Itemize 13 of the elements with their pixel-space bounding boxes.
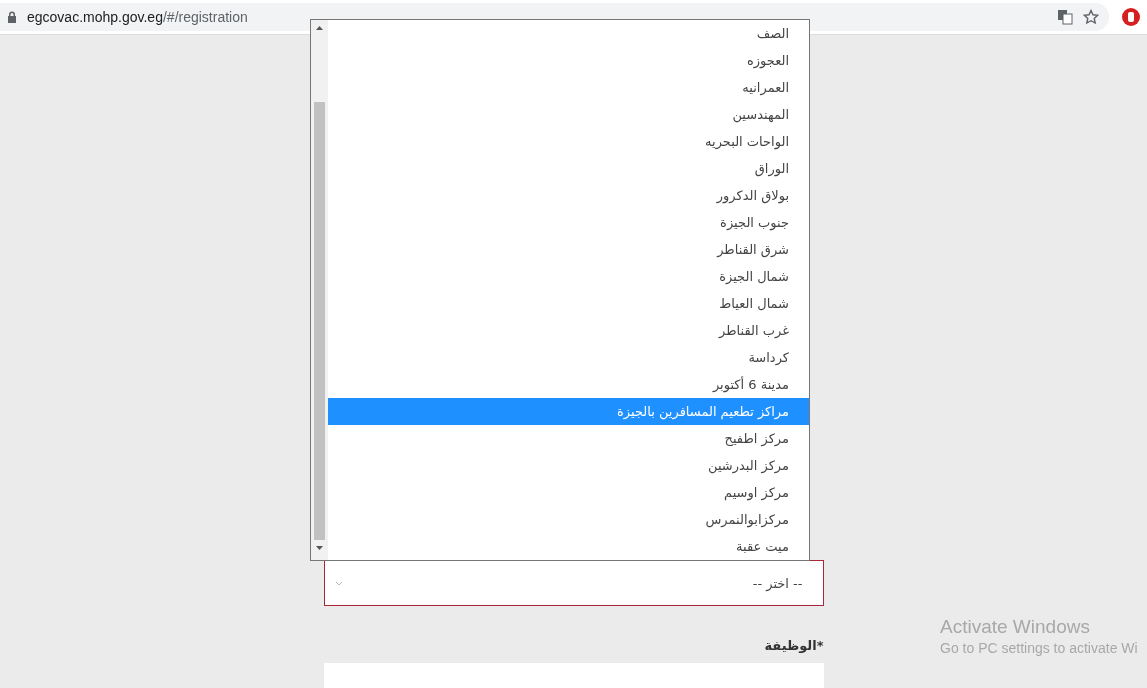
lock-icon — [7, 11, 17, 23]
scroll-down-icon[interactable] — [316, 546, 323, 550]
chevron-down-icon — [334, 580, 343, 586]
scroll-up-icon[interactable] — [316, 26, 323, 30]
select-field[interactable]: -- اختر -- — [323, 560, 824, 606]
activation-title: Activate Windows — [940, 616, 1091, 638]
activation-text: Go to PC settings to activate Wi — [940, 640, 1138, 656]
url-path: /#/registration — [162, 9, 248, 25]
url-host: egcovac.mohp.gov.eg — [27, 9, 163, 25]
scroll-thumb[interactable] — [314, 102, 325, 540]
scrollbar[interactable] — [311, 20, 328, 560]
field-label: الوظيفة* — [764, 638, 824, 653]
star-icon[interactable] — [1083, 9, 1099, 25]
